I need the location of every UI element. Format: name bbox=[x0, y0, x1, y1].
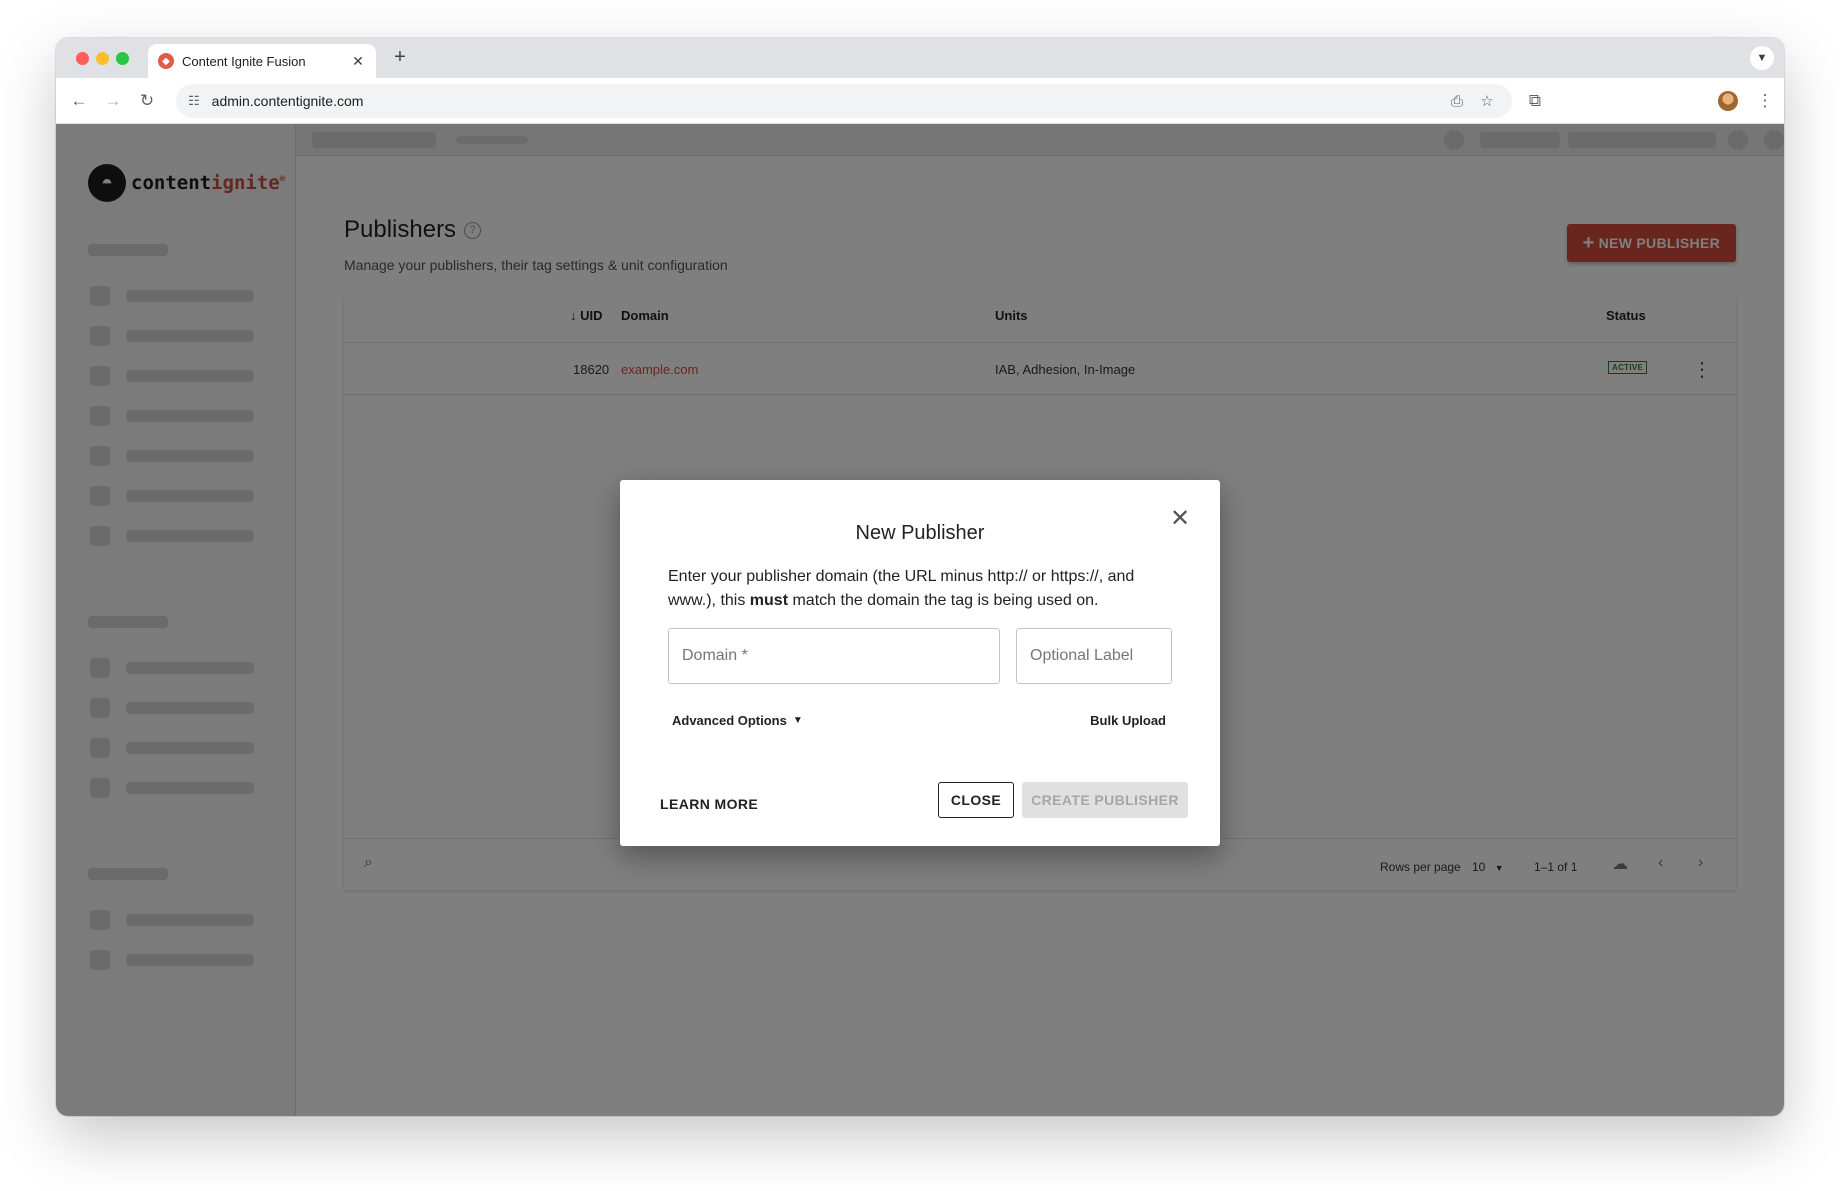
caret-down-icon: ▼ bbox=[792, 715, 803, 726]
forward-arrow-icon[interactable]: → bbox=[100, 88, 126, 114]
profile-avatar[interactable] bbox=[1718, 91, 1738, 111]
window-close-button[interactable] bbox=[76, 52, 89, 65]
back-arrow-icon[interactable]: ← bbox=[66, 88, 92, 114]
domain-input[interactable] bbox=[668, 628, 1000, 684]
kebab-menu-icon[interactable]: ⋮ bbox=[1752, 88, 1778, 114]
url-text: admin.contentignite.com bbox=[211, 93, 364, 109]
bulk-upload-link[interactable]: Bulk Upload bbox=[1090, 713, 1166, 728]
optional-label-input[interactable] bbox=[1016, 628, 1172, 684]
window-maximize-button[interactable] bbox=[116, 52, 129, 65]
close-icon[interactable]: ✕ bbox=[350, 53, 366, 70]
star-icon[interactable]: ☆ bbox=[1476, 90, 1498, 112]
site-settings-icon[interactable]: ☷ bbox=[188, 93, 200, 109]
new-tab-button[interactable]: + bbox=[388, 46, 412, 69]
browser-tabstrip: ◆ Content Ignite Fusion ✕ + ▼ bbox=[56, 38, 1784, 78]
address-bar[interactable]: ☷ admin.contentignite.com ⎙ ☆ bbox=[176, 84, 1512, 118]
close-icon[interactable]: ✕ bbox=[1166, 504, 1194, 533]
app-page: ◓ contentignite® bbox=[56, 124, 1784, 1116]
advanced-options-toggle[interactable]: Advanced Options ▼ bbox=[672, 713, 803, 728]
browser-window: ◆ Content Ignite Fusion ✕ + ▼ ← → ↻ ☷ ad… bbox=[56, 38, 1784, 1116]
flame-icon: ◆ bbox=[158, 53, 174, 69]
install-app-icon[interactable]: ⎙ bbox=[1446, 90, 1468, 112]
reload-icon[interactable]: ↻ bbox=[134, 88, 160, 114]
dialog-description: Enter your publisher domain (the URL min… bbox=[668, 568, 1135, 609]
chevron-down-icon[interactable]: ▼ bbox=[1750, 46, 1774, 70]
learn-more-button[interactable]: LEARN MORE bbox=[660, 796, 758, 812]
extensions-icon[interactable]: ⧉ bbox=[1522, 88, 1548, 114]
tab-title: Content Ignite Fusion bbox=[182, 53, 306, 69]
window-minimize-button[interactable] bbox=[96, 52, 109, 65]
new-publisher-dialog: New Publisher ✕ Enter your publisher dom… bbox=[620, 480, 1220, 846]
close-button[interactable]: CLOSE bbox=[938, 782, 1014, 818]
browser-toolbar: ← → ↻ ☷ admin.contentignite.com ⎙ ☆ ⧉ ⋮ bbox=[56, 78, 1784, 124]
browser-tab[interactable]: ◆ Content Ignite Fusion ✕ bbox=[148, 44, 376, 78]
dialog-title: New Publisher bbox=[855, 522, 985, 544]
create-publisher-button[interactable]: CREATE PUBLISHER bbox=[1022, 782, 1188, 818]
